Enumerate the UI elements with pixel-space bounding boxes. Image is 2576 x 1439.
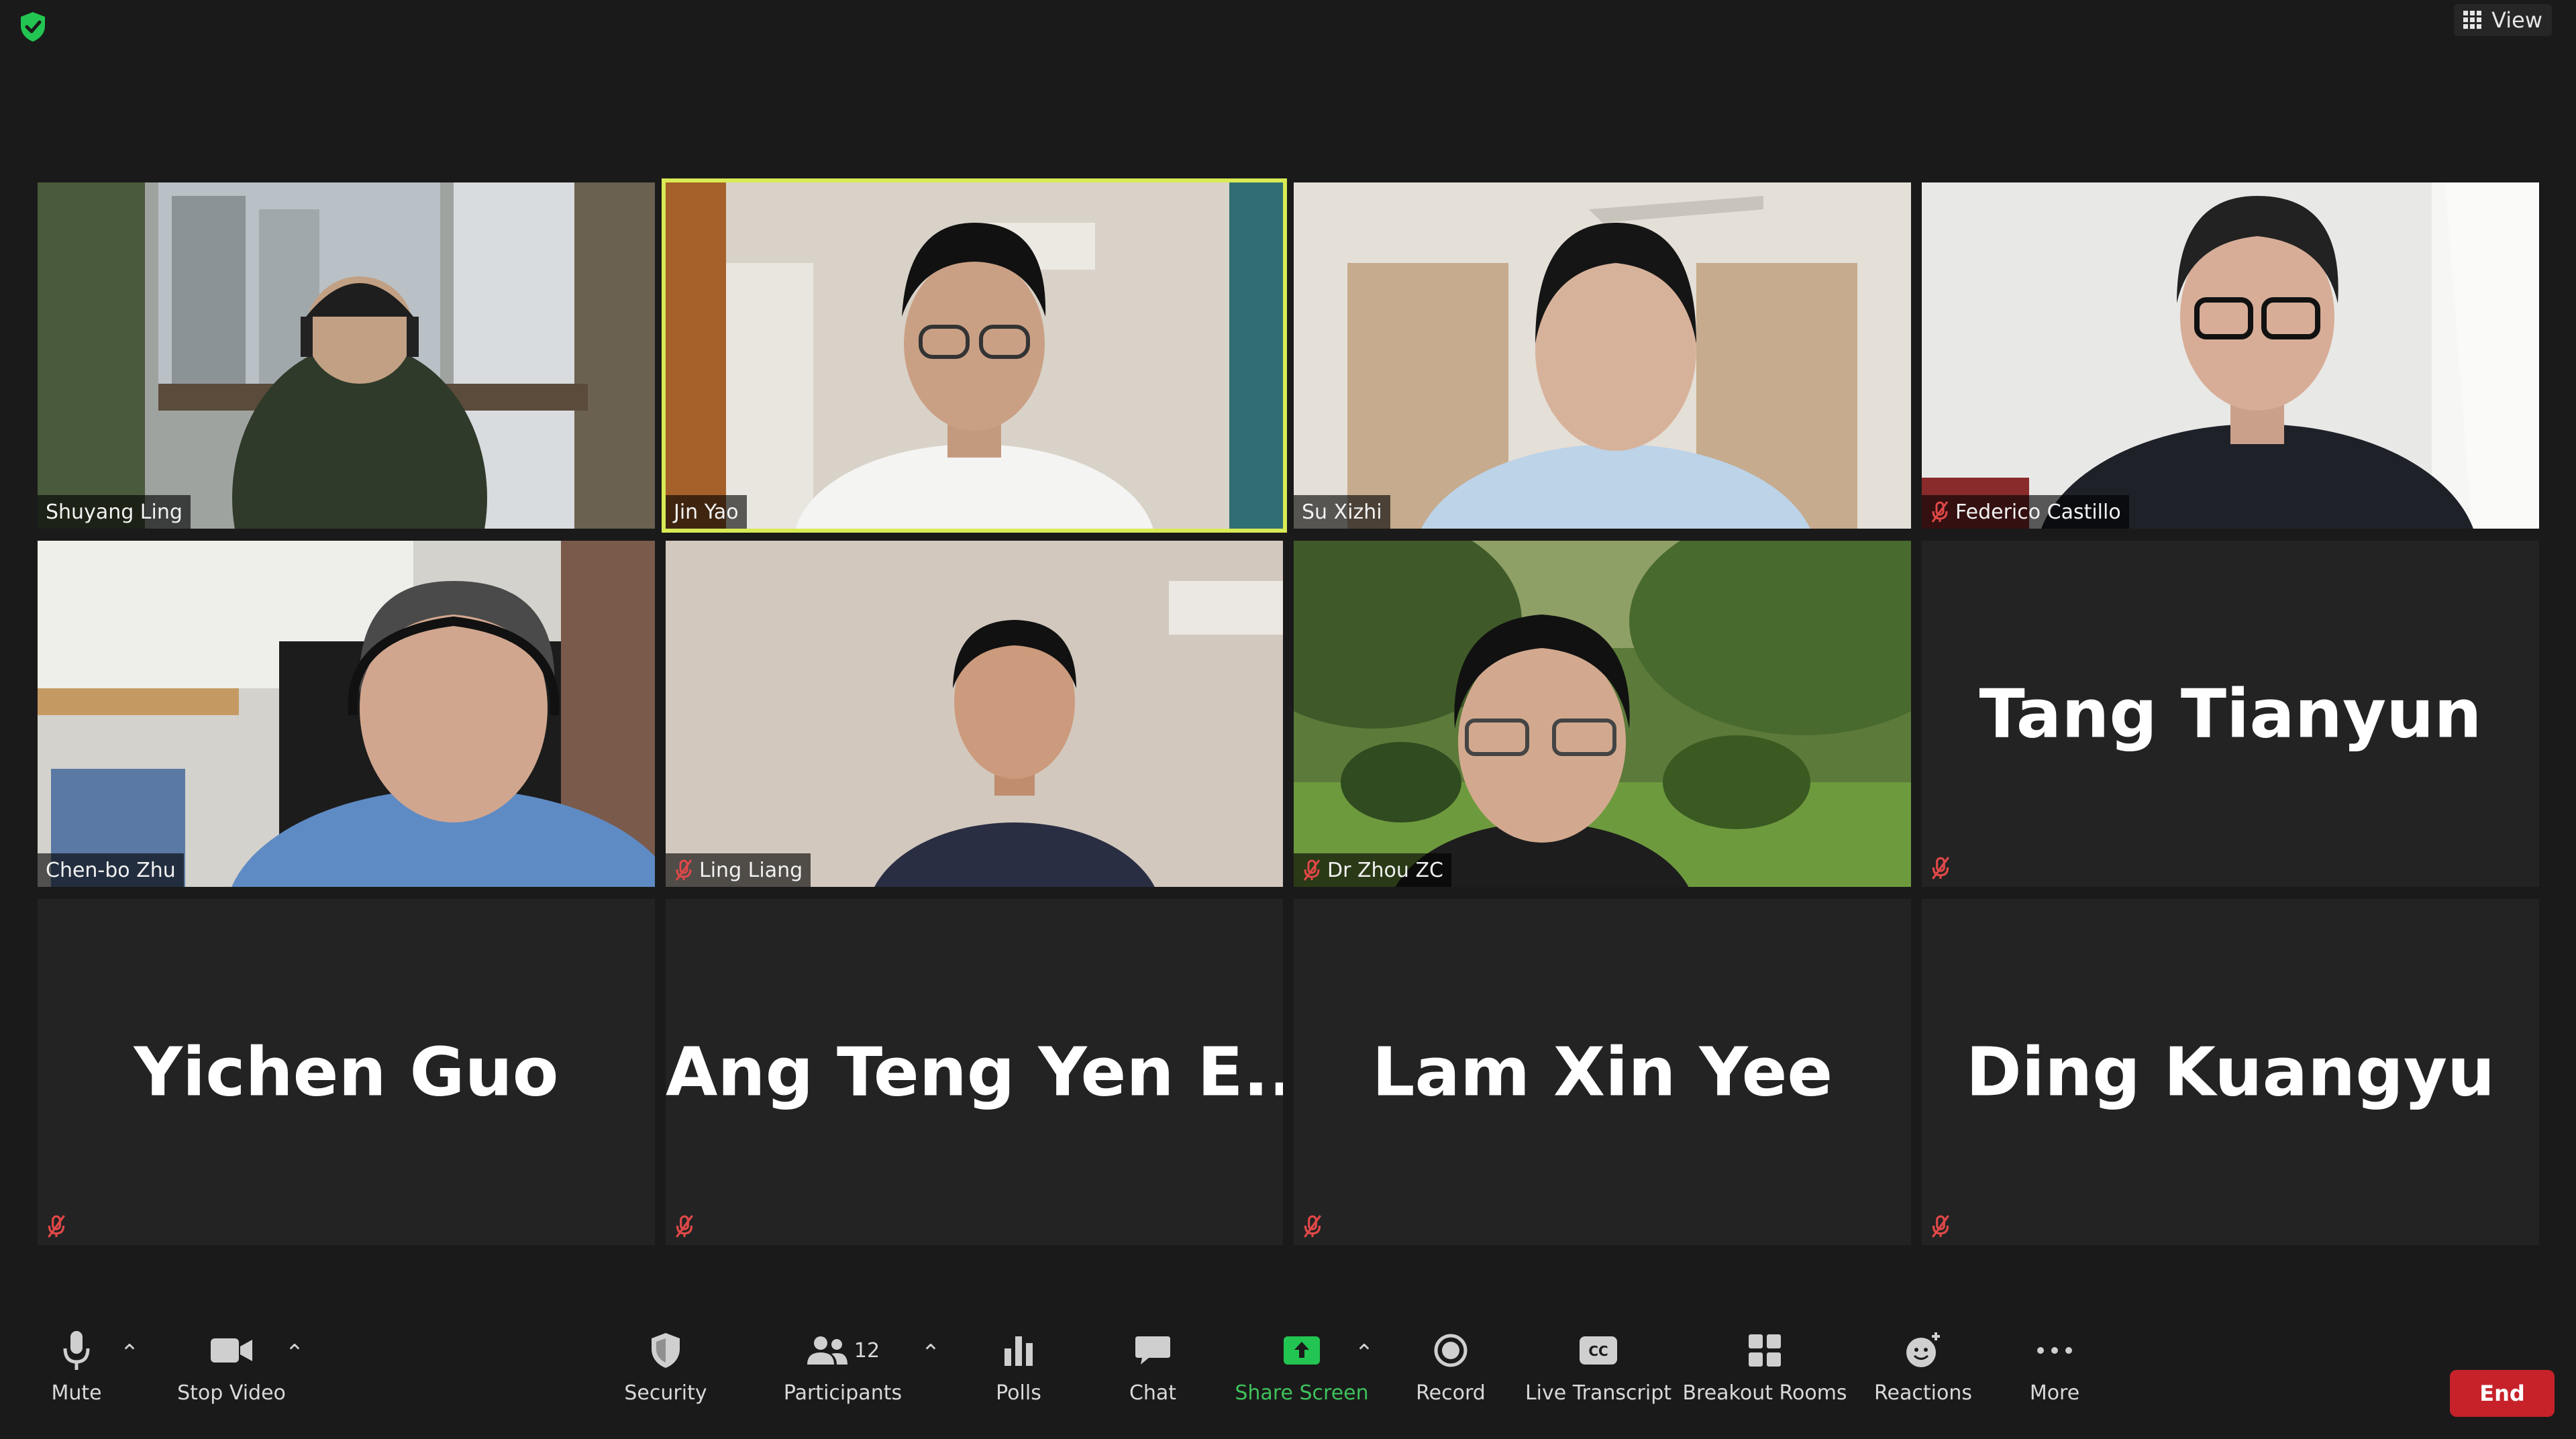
view-label: View — [2491, 7, 2542, 33]
participants-label: Participants — [783, 1381, 903, 1405]
breakout-rooms-grid-icon — [1749, 1334, 1781, 1367]
participant-display-name: Ang Teng Yen E... — [666, 1032, 1283, 1112]
audio-options-caret-icon[interactable]: ⌃ — [119, 1340, 140, 1367]
security-shield-icon — [652, 1333, 680, 1368]
live-transcript-label: Live Transcript — [1525, 1381, 1672, 1405]
participant-display-name: Ding Kuangyu — [1965, 1032, 2495, 1112]
gallery-grid: Shuyang Ling Jin Yao Su Xizhi Federico C… — [38, 178, 2539, 1245]
stop-video-button[interactable]: Stop Video — [174, 1324, 289, 1424]
polls-button[interactable]: Polls — [978, 1324, 1059, 1424]
participant-name: Ling Liang — [699, 858, 803, 882]
participants-count: 12 — [854, 1338, 880, 1363]
participant-name-tag: Federico Castillo — [1922, 495, 2129, 529]
chat-button[interactable]: Chat — [1113, 1324, 1193, 1424]
participant-name: Jin Yao — [674, 500, 739, 524]
muted-mic-icon — [1932, 857, 1949, 880]
participant-tile-no-video[interactable]: Lam Xin Yee — [1294, 899, 1911, 1245]
record-label: Record — [1416, 1381, 1486, 1405]
participant-video-feed — [666, 182, 1283, 529]
participant-tile-no-video[interactable]: Ang Teng Yen E... — [666, 899, 1283, 1245]
more-dots-icon — [2037, 1347, 2072, 1354]
participant-tile-active-speaker[interactable]: Jin Yao — [662, 178, 1287, 533]
polls-bar-chart-icon — [1004, 1336, 1033, 1366]
share-screen-label: Share Screen — [1235, 1381, 1369, 1405]
participant-tile-no-video[interactable]: Tang Tianyun — [1922, 541, 2539, 887]
stop-video-label: Stop Video — [177, 1381, 286, 1405]
mute-label: Mute — [51, 1381, 102, 1405]
more-button[interactable]: More — [2014, 1324, 2095, 1424]
participant-tile[interactable]: Federico Castillo — [1922, 182, 2539, 529]
participant-display-name: Tang Tianyun — [1979, 674, 2482, 753]
participant-tile-no-video[interactable]: Ding Kuangyu — [1922, 899, 2539, 1245]
live-transcript-button[interactable]: CC Live Transcript — [1525, 1324, 1672, 1424]
participant-name-tag: Chen-bo Zhu — [38, 853, 184, 887]
video-camera-icon — [211, 1338, 252, 1363]
security-button[interactable]: Security — [612, 1324, 719, 1424]
security-label: Security — [624, 1381, 707, 1405]
participant-tile[interactable]: Chen-bo Zhu — [38, 541, 655, 887]
grid-view-icon — [2463, 11, 2482, 29]
participant-display-name: Lam Xin Yee — [1372, 1032, 1833, 1112]
muted-mic-icon — [675, 859, 692, 881]
participant-name-tag: Dr Zhou ZC — [1294, 853, 1451, 887]
participant-name-tag: Jin Yao — [666, 495, 747, 529]
participant-tile[interactable]: Dr Zhou ZC — [1294, 541, 1911, 887]
more-label: More — [2029, 1381, 2080, 1405]
share-screen-arrow-icon — [1284, 1336, 1320, 1365]
encryption-shield-icon[interactable] — [19, 11, 47, 43]
participant-name: Dr Zhou ZC — [1327, 858, 1443, 882]
muted-mic-icon — [1931, 501, 1949, 523]
participant-tile[interactable]: Shuyang Ling — [38, 182, 655, 529]
muted-mic-icon — [1304, 1215, 1321, 1238]
participant-name: Federico Castillo — [1955, 500, 2121, 524]
meeting-controls-toolbar: Mute ⌃ Stop Video ⌃ Security 12 Particip… — [0, 1305, 2576, 1439]
participants-icon — [807, 1336, 847, 1365]
participant-name: Su Xizhi — [1302, 500, 1382, 524]
participant-tile-no-video[interactable]: Yichen Guo — [38, 899, 655, 1245]
chat-label: Chat — [1129, 1381, 1177, 1405]
participant-display-name: Yichen Guo — [134, 1032, 559, 1112]
muted-mic-icon — [676, 1215, 693, 1238]
participants-button[interactable]: 12 Participants — [777, 1324, 909, 1424]
muted-mic-icon — [48, 1215, 65, 1238]
participant-name-tag: Ling Liang — [666, 853, 811, 887]
participant-video-feed — [38, 182, 655, 529]
participant-video-feed — [1294, 182, 1911, 529]
participant-video-feed — [1922, 182, 2539, 529]
mute-button[interactable]: Mute — [38, 1324, 115, 1424]
participant-tile[interactable]: Su Xizhi — [1294, 182, 1911, 529]
record-icon — [1434, 1334, 1467, 1367]
participant-name-tag: Shuyang Ling — [38, 495, 191, 529]
share-options-caret-icon[interactable]: ⌃ — [1354, 1340, 1374, 1367]
participant-name: Shuyang Ling — [46, 500, 183, 524]
participant-video-feed — [1294, 541, 1911, 887]
polls-label: Polls — [996, 1381, 1041, 1405]
muted-mic-icon — [1303, 859, 1321, 881]
participant-tile[interactable]: Ling Liang — [666, 541, 1283, 887]
muted-mic-icon — [1932, 1215, 1949, 1238]
reactions-label: Reactions — [1874, 1381, 1972, 1405]
reactions-button[interactable]: Reactions — [1869, 1324, 1977, 1424]
participant-name-tag: Su Xizhi — [1294, 495, 1390, 529]
breakout-rooms-label: Breakout Rooms — [1682, 1381, 1847, 1405]
breakout-rooms-button[interactable]: Breakout Rooms — [1682, 1324, 1847, 1424]
svg-text:CC: CC — [1588, 1343, 1608, 1359]
participants-options-caret-icon[interactable]: ⌃ — [921, 1340, 941, 1367]
video-options-caret-icon[interactable]: ⌃ — [285, 1340, 305, 1367]
participant-video-feed — [666, 541, 1283, 887]
share-screen-button[interactable]: Share Screen — [1235, 1324, 1369, 1424]
zoom-meeting-window: View Shuyang Ling Jin Yao Su Xizhi Feder… — [0, 0, 2576, 1439]
reactions-smiley-icon — [1906, 1332, 1940, 1367]
chat-bubble-icon — [1135, 1336, 1170, 1365]
record-button[interactable]: Record — [1410, 1324, 1491, 1424]
closed-caption-icon: CC — [1580, 1336, 1617, 1365]
view-button[interactable]: View — [2454, 4, 2552, 36]
participant-name: Chen-bo Zhu — [46, 858, 176, 882]
microphone-icon — [63, 1331, 90, 1370]
end-meeting-button[interactable]: End — [2450, 1370, 2555, 1417]
participant-video-feed — [38, 541, 655, 887]
